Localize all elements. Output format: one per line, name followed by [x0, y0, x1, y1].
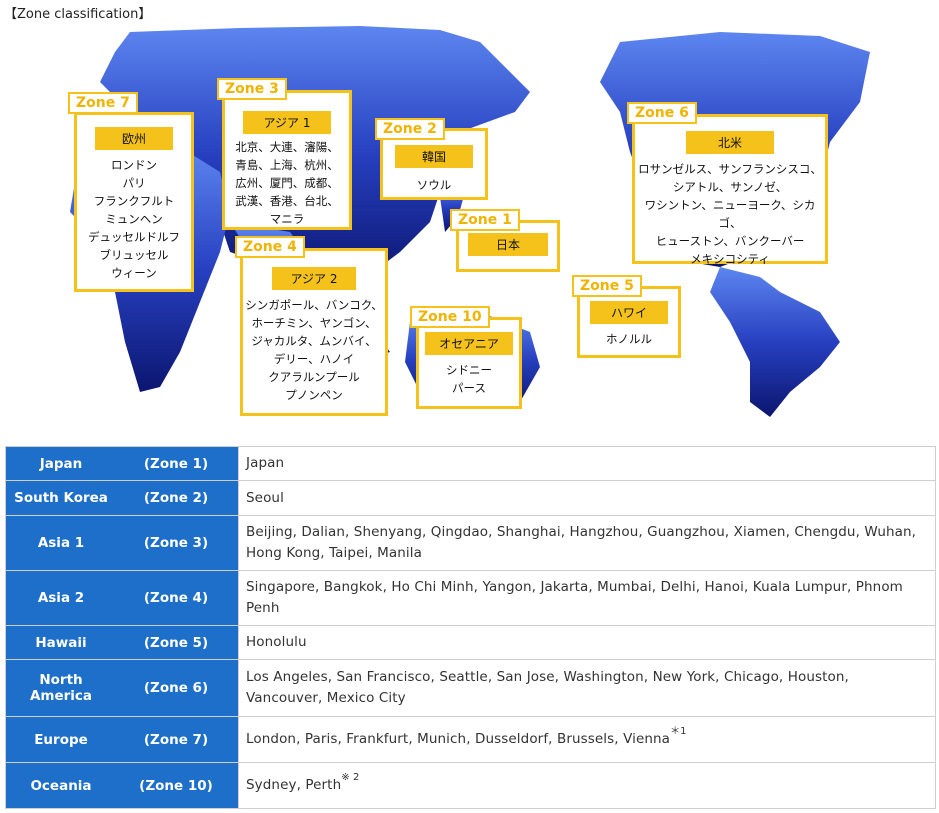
zone4-cities: シンガポール、バンコク、 ホーチミン、ヤンゴン、 ジャカルタ、ムンバイ、 デリー、ハノ… [245, 298, 383, 402]
zone3-tag: Zone 3 [217, 78, 287, 100]
zone-name: Hawaii [35, 634, 87, 651]
table-row: South Korea (Zone 2) Seoul [5, 480, 936, 516]
zone-cell: Hawaii (Zone 5) [5, 625, 239, 660]
cities-cell: London, Paris, Frankfurt, Munich, Dussel… [238, 716, 936, 763]
zone10-tag: Zone 10 [410, 306, 490, 328]
cities-cell: Seoul [238, 480, 936, 516]
zone-number: (Zone 7) [143, 731, 209, 748]
zone6-tag: Zone 6 [627, 102, 697, 124]
cities-cell: Honolulu [238, 625, 936, 660]
table-row: Asia 1 (Zone 3) Beijing, Dalian, Shenyang… [5, 515, 936, 571]
zone3-box: アジア 1 北京、大連、瀋陽、 青島、上海、杭州、 広州、厦門、成都、 武漢、香港、台… [222, 90, 352, 230]
zone-cell: Asia 1 (Zone 3) [5, 515, 239, 571]
zone-cell: Europe (Zone 7) [5, 716, 239, 763]
zone1-head: 日本 [468, 233, 548, 256]
zone5-tag: Zone 5 [572, 275, 642, 297]
cities-cell: Japan [238, 446, 936, 481]
zone-name: Oceania [30, 777, 92, 794]
zone3-head: アジア 1 [243, 111, 331, 134]
zone3-cities: 北京、大連、瀋陽、 青島、上海、杭州、 広州、厦門、成都、 武漢、香港、台北、 マニラ [235, 140, 339, 226]
zone10-box: オセアニア シドニー パース [416, 317, 522, 409]
zone1-tag: Zone 1 [450, 209, 520, 231]
zone-name: South Korea [14, 490, 108, 506]
zone2-tag: Zone 2 [375, 118, 445, 140]
cities-cell: Singapore, Bangkok, Ho Chi Minh, Yangon,… [238, 570, 936, 626]
zone7-tag: Zone 7 [68, 92, 138, 114]
zone-number: (Zone 10) [139, 777, 213, 794]
zone2-head: 韓国 [395, 145, 473, 168]
zone-cell: Japan (Zone 1) [5, 446, 239, 481]
zone7-box: 欧州 ロンドン パリ フランクフルト ミュンヘン デュッセルドルフ ブリュッセル ウィーン [74, 112, 194, 292]
zone-number: (Zone 1) [143, 455, 209, 472]
footnote-mark: ＊1 [670, 726, 687, 737]
zone-cell: Oceania (Zone 10) [5, 762, 239, 809]
zone-table: Japan (Zone 1) Japan South Korea (Zone 2) … [5, 446, 936, 809]
zone6-cities: ロサンゼルス、サンフランシスコ、 シアトル、サンノゼ、 ワシントン、ニューヨーク、シ… [638, 162, 822, 266]
page-heading: 【Zone classification】 [4, 7, 152, 22]
zone-number: (Zone 3) [143, 535, 209, 551]
zone-number: (Zone 4) [143, 590, 209, 606]
zone-name: Europe [34, 731, 88, 748]
footnote-mark: ※ 2 [341, 772, 360, 783]
zone7-cities: ロンドン パリ フランクフルト ミュンヘン デュッセルドルフ ブリュッセル ウィーン [88, 158, 180, 280]
zone4-head: アジア 2 [272, 267, 356, 290]
zone7-head: 欧州 [95, 127, 173, 150]
cities-cell: Los Angeles, San Francisco, Seattle, San… [238, 659, 936, 717]
zone-cell: North America (Zone 6) [5, 659, 239, 717]
cities-cell: Sydney, Perth※ 2 [238, 762, 936, 809]
table-row: North America (Zone 6) Los Angeles, San F… [5, 659, 936, 717]
zone6-head: 北米 [686, 131, 774, 154]
table-row: Hawaii (Zone 5) Honolulu [5, 625, 936, 660]
zone-number: (Zone 2) [143, 490, 209, 506]
zone2-cities: ソウル [416, 178, 452, 192]
cities-cell: Beijing, Dalian, Shenyang, Qingdao, Shan… [238, 515, 936, 571]
zone-name: North America [29, 672, 93, 704]
zone-name: Asia 1 [37, 535, 85, 551]
zone4-tag: Zone 4 [235, 236, 305, 258]
zone-number: (Zone 6) [143, 680, 209, 696]
zone-name: Asia 2 [37, 590, 85, 606]
zone-cell: Asia 2 (Zone 4) [5, 570, 239, 626]
zone-map: 欧州 ロンドン パリ フランクフルト ミュンヘン デュッセルドルフ ブリュッセル ウィーン … [60, 22, 880, 422]
zone-cell: South Korea (Zone 2) [5, 480, 239, 516]
zone-name: Japan [39, 455, 83, 472]
zone5-cities: ホノルル [606, 332, 652, 346]
table-row: Europe (Zone 7) London, Paris, Frankfurt,… [5, 716, 936, 763]
zone6-box: 北米 ロサンゼルス、サンフランシスコ、 シアトル、サンノゼ、 ワシントン、ニューヨー… [632, 114, 828, 266]
zone10-head: オセアニア [425, 332, 513, 355]
table-row: Oceania (Zone 10) Sydney, Perth※ 2 [5, 762, 936, 809]
table-row: Japan (Zone 1) Japan [5, 446, 936, 481]
zone4-box: アジア 2 シンガポール、バンコク、 ホーチミン、ヤンゴン、 ジャカルタ、ムンバイ、… [240, 248, 388, 416]
zone5-head: ハワイ [590, 301, 668, 324]
table-row: Asia 2 (Zone 4) Singapore, Bangkok, Ho Ch… [5, 570, 936, 626]
zone-number: (Zone 5) [143, 634, 209, 651]
zone10-cities: シドニー パース [446, 363, 492, 395]
